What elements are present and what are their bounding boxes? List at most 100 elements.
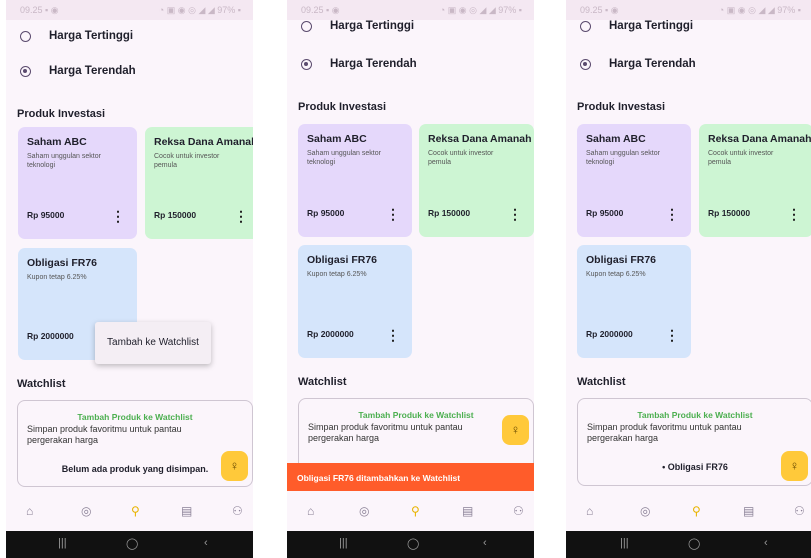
section-title-products: Produk Investasi xyxy=(17,108,106,120)
product-card[interactable]: Saham ABC Saham unggulan sektor teknolog… xyxy=(298,124,412,237)
bottom-nav: ⌂ ◎ ⚲ ▤ ⚇ xyxy=(566,491,811,531)
watchlist-heading: Tambah Produk ke Watchlist xyxy=(77,412,193,422)
product-card[interactable]: Reksa Dana Amanah Cocok untuk investor p… xyxy=(699,124,811,237)
product-name: Reksa Dana Amanah xyxy=(708,133,811,145)
product-price: Rp 150000 xyxy=(428,208,471,218)
product-price: Rp 95000 xyxy=(586,208,624,218)
watchlist-text: Simpan produk favoritmu untuk pantau per… xyxy=(27,424,182,445)
status-bar: 09.25 ▪ ◉ ◔ ▣ ◉ ◎ ◢ ◢ 97% ▪ xyxy=(566,0,811,20)
product-name: Saham ABC xyxy=(27,136,87,148)
product-desc: Cocok untuk investor pemula xyxy=(708,150,774,166)
more-vert-icon[interactable]: ⋮ xyxy=(787,207,801,221)
globe-icon[interactable]: ◎ xyxy=(359,504,369,518)
home-icon[interactable]: ⌂ xyxy=(586,504,593,518)
more-vert-icon[interactable]: ⋮ xyxy=(665,207,679,221)
watchlist-text: Simpan produk favoritmu untuk pantau per… xyxy=(587,422,742,443)
section-title-watchlist: Watchlist xyxy=(577,376,626,388)
status-icons: ◔ ▣ ◉ ◎ ◢ ◢ 97% ▪ xyxy=(718,5,801,15)
recents-button[interactable]: ||| xyxy=(620,537,629,549)
product-card[interactable]: Obligasi FR76 Kupon tetap 6.25% Rp 20000… xyxy=(298,245,412,358)
section-title-watchlist: Watchlist xyxy=(298,376,347,388)
product-card[interactable]: Reksa Dana Amanah Cocok untuk investor p… xyxy=(419,124,534,237)
home-button[interactable]: ◯ xyxy=(407,537,419,550)
product-desc: Saham unggulan sektor teknologi xyxy=(307,150,381,166)
globe-icon[interactable]: ◎ xyxy=(81,504,91,518)
person-icon[interactable]: ⚇ xyxy=(513,504,524,518)
more-vert-icon[interactable]: ⋮ xyxy=(234,209,248,223)
watchlist-text: Simpan produk favoritmu untuk pantau per… xyxy=(308,422,463,443)
screen-2: 09.25 ▪ ◉ ◔ ▣ ◉ ◎ ◢ ◢ 97% ▪ Harga Tertin… xyxy=(287,0,534,558)
more-vert-icon[interactable]: ⋮ xyxy=(386,328,400,342)
product-name: Obligasi FR76 xyxy=(27,257,98,269)
watchlist-heading: Tambah Produk ke Watchlist xyxy=(358,410,474,420)
product-name: Saham ABC xyxy=(307,133,367,145)
radio-label: Harga Terendah xyxy=(49,65,136,77)
search-icon[interactable]: ⚲ xyxy=(692,504,701,518)
system-nav-bar: ||| ◯ ‹ xyxy=(6,531,253,558)
radio-highest[interactable]: Harga Tertinggi xyxy=(580,20,693,32)
product-card[interactable]: Reksa Dana Amanah Cocok untuk investor p… xyxy=(145,127,253,239)
book-icon[interactable]: ▤ xyxy=(181,504,192,518)
system-nav-bar: ||| ◯ ‹ xyxy=(566,531,811,558)
product-desc: Saham unggulan sektor teknologi xyxy=(27,153,101,169)
radio-selected-icon[interactable] xyxy=(301,58,312,70)
product-price: Rp 2000000 xyxy=(307,329,354,339)
status-bar: 09.25 ▪ ◉ ◔ ▣ ◉ ◎ ◢ ◢ 97% ▪ xyxy=(6,0,253,20)
search-icon[interactable]: ⚲ xyxy=(131,504,140,518)
section-title-products: Produk Investasi xyxy=(577,101,666,113)
recents-button[interactable]: ||| xyxy=(339,537,348,549)
home-button[interactable]: ◯ xyxy=(688,537,700,550)
back-button[interactable]: ‹ xyxy=(764,537,768,549)
add-to-watchlist-menu-item[interactable]: Tambah ke Watchlist xyxy=(95,322,211,364)
product-card[interactable]: Obligasi FR76 Kupon tetap 6.25% Rp 20000… xyxy=(577,245,691,358)
home-button[interactable]: ◯ xyxy=(126,537,138,550)
system-nav-bar: ||| ◯ ‹ xyxy=(287,531,534,558)
lightbulb-icon[interactable]: ♀ xyxy=(502,415,529,445)
watchlist-card: Tambah Produk ke Watchlist Simpan produk… xyxy=(17,400,253,487)
product-price: Rp 95000 xyxy=(307,208,345,218)
section-title-products: Produk Investasi xyxy=(298,101,387,113)
book-icon[interactable]: ▤ xyxy=(743,504,754,518)
radio-label: Harga Terendah xyxy=(330,58,417,70)
lightbulb-icon[interactable]: ♀ xyxy=(781,451,808,481)
radio-highest[interactable]: Harga Tertinggi xyxy=(301,20,414,32)
home-icon[interactable]: ⌂ xyxy=(26,504,33,518)
product-card[interactable]: Saham ABC Saham unggulan sektor teknolog… xyxy=(577,124,691,237)
status-time: 09.25 ▪ ◉ xyxy=(20,5,59,15)
product-name: Saham ABC xyxy=(586,133,646,145)
bottom-nav: ⌂ ◎ ⚲ ▤ ⚇ xyxy=(287,491,534,531)
radio-label: Harga Tertinggi xyxy=(330,20,415,32)
radio-icon[interactable] xyxy=(301,20,312,32)
person-icon[interactable]: ⚇ xyxy=(232,504,243,518)
status-icons: ◔ ▣ ◉ ◎ ◢ ◢ 97% ▪ xyxy=(158,5,241,15)
radio-lowest[interactable]: Harga Terendah xyxy=(20,65,136,77)
radio-highest[interactable]: Harga Tertinggi xyxy=(20,30,133,42)
radio-lowest[interactable]: Harga Terendah xyxy=(301,58,417,70)
watchlist-empty-text: Belum ada produk yang disimpan. xyxy=(61,464,209,474)
more-vert-icon[interactable]: ⋮ xyxy=(508,207,522,221)
radio-icon[interactable] xyxy=(580,20,591,32)
search-icon[interactable]: ⚲ xyxy=(411,504,420,518)
status-time: 09.25 ▪ ◉ xyxy=(580,5,619,15)
radio-selected-icon[interactable] xyxy=(580,58,591,70)
recents-button[interactable]: ||| xyxy=(58,537,67,549)
home-icon[interactable]: ⌂ xyxy=(307,504,314,518)
more-vert-icon[interactable]: ⋮ xyxy=(665,328,679,342)
back-button[interactable]: ‹ xyxy=(483,537,487,549)
lightbulb-icon[interactable]: ♀ xyxy=(221,451,248,481)
person-icon[interactable]: ⚇ xyxy=(794,504,805,518)
book-icon[interactable]: ▤ xyxy=(462,504,473,518)
more-vert-icon[interactable]: ⋮ xyxy=(111,209,125,223)
radio-lowest[interactable]: Harga Terendah xyxy=(580,58,696,70)
radio-icon[interactable] xyxy=(20,30,31,42)
more-vert-icon[interactable]: ⋮ xyxy=(386,207,400,221)
watchlist-item: • Obligasi FR76 xyxy=(662,462,728,472)
bottom-nav: ⌂ ◎ ⚲ ▤ ⚇ xyxy=(6,491,253,531)
screen-3: 09.25 ▪ ◉ ◔ ▣ ◉ ◎ ◢ ◢ 97% ▪ Harga Tertin… xyxy=(566,0,811,558)
section-title-watchlist: Watchlist xyxy=(17,378,66,390)
product-card[interactable]: Saham ABC Saham unggulan sektor teknolog… xyxy=(18,127,137,239)
globe-icon[interactable]: ◎ xyxy=(640,504,650,518)
product-name: Obligasi FR76 xyxy=(586,254,657,266)
back-button[interactable]: ‹ xyxy=(204,537,208,549)
radio-selected-icon[interactable] xyxy=(20,65,31,77)
